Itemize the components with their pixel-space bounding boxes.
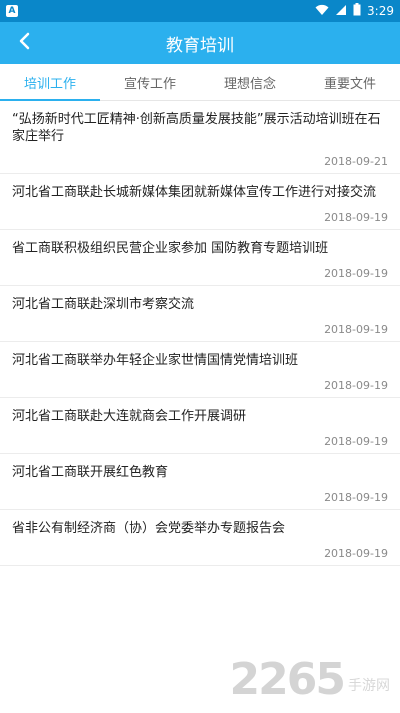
page-title: 教育培训 xyxy=(166,35,234,56)
item-date: 2018-09-19 xyxy=(324,267,388,280)
item-title: 省非公有制经济商（协）会党委举办专题报告会 xyxy=(12,521,286,536)
list-item[interactable]: “弘扬新时代工匠精神·创新高质量发展技能”展示活动培训班在石家庄举行 2018-… xyxy=(0,101,400,174)
tab-training-work[interactable]: 培训工作 xyxy=(0,64,100,101)
item-title: 省工商联积极组织民营企业家参加 国防教育专题培训班 xyxy=(12,241,329,256)
status-left: A xyxy=(6,5,18,17)
clock-time: 3:29 xyxy=(367,4,394,18)
list-item[interactable]: 河北省工商联举办年轻企业家世情国情党情培训班 2018-09-19 xyxy=(0,342,400,398)
item-title: 河北省工商联开展红色教育 xyxy=(12,465,169,480)
chevron-left-icon xyxy=(18,32,30,54)
title-bar: 教育培训 xyxy=(0,22,400,64)
item-date: 2018-09-19 xyxy=(324,211,388,224)
item-date: 2018-09-19 xyxy=(324,491,388,504)
item-date: 2018-09-19 xyxy=(324,379,388,392)
status-bar: A 3:29 xyxy=(0,0,400,22)
cell-signal-icon xyxy=(335,4,347,19)
item-title: “弘扬新时代工匠精神·创新高质量发展技能”展示活动培训班在石家庄举行 xyxy=(12,112,381,144)
tab-publicity-work[interactable]: 宣传工作 xyxy=(100,64,200,100)
app-notification-icon: A xyxy=(6,5,18,17)
item-title: 河北省工商联赴长城新媒体集团就新媒体宣传工作进行对接交流 xyxy=(12,185,377,200)
watermark-text: 手游网 xyxy=(348,678,390,694)
tab-ideals-beliefs[interactable]: 理想信念 xyxy=(200,64,300,100)
item-title: 河北省工商联赴大连就商会工作开展调研 xyxy=(12,409,247,424)
item-date: 2018-09-19 xyxy=(324,435,388,448)
list-item[interactable]: 省非公有制经济商（协）会党委举办专题报告会 2018-09-19 xyxy=(0,510,400,566)
item-title: 河北省工商联赴深圳市考察交流 xyxy=(12,297,195,312)
status-right: 3:29 xyxy=(315,3,394,19)
item-date: 2018-09-19 xyxy=(324,323,388,336)
tab-important-documents[interactable]: 重要文件 xyxy=(300,64,400,100)
item-date: 2018-09-21 xyxy=(324,155,388,168)
list-item[interactable]: 河北省工商联赴长城新媒体集团就新媒体宣传工作进行对接交流 2018-09-19 xyxy=(0,174,400,230)
list-item[interactable]: 河北省工商联赴大连就商会工作开展调研 2018-09-19 xyxy=(0,398,400,454)
tab-bar: 培训工作 宣传工作 理想信念 重要文件 xyxy=(0,64,400,101)
list-item[interactable]: 河北省工商联开展红色教育 2018-09-19 xyxy=(0,454,400,510)
list-item[interactable]: 省工商联积极组织民营企业家参加 国防教育专题培训班 2018-09-19 xyxy=(0,230,400,286)
battery-icon xyxy=(353,3,361,19)
item-date: 2018-09-19 xyxy=(324,547,388,560)
wifi-icon xyxy=(315,4,329,19)
list-item[interactable]: 河北省工商联赴深圳市考察交流 2018-09-19 xyxy=(0,286,400,342)
item-title: 河北省工商联举办年轻企业家世情国情党情培训班 xyxy=(12,353,299,368)
site-watermark: 2265 手游网 xyxy=(230,654,390,705)
news-list: “弘扬新时代工匠精神·创新高质量发展技能”展示活动培训班在石家庄举行 2018-… xyxy=(0,101,400,566)
watermark-number: 2265 xyxy=(229,654,346,705)
back-button[interactable] xyxy=(10,22,38,64)
